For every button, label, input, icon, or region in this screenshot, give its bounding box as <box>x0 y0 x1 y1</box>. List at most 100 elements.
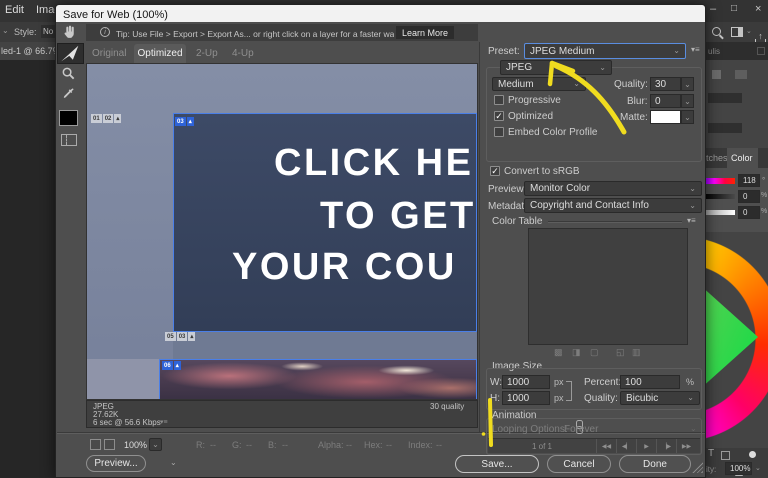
preview-mode-select[interactable]: Monitor Color ⌄ <box>524 181 702 196</box>
tab-original[interactable]: Original <box>92 48 126 59</box>
color-table-flyout-icon[interactable]: ▾≡ <box>687 216 696 225</box>
search-icon[interactable] <box>712 27 721 36</box>
embed-profile-checkbox[interactable] <box>494 127 504 137</box>
resample-select[interactable]: Bicubic ⌄ <box>620 391 700 405</box>
progressive-checkbox[interactable] <box>494 95 504 105</box>
slice-select-icon <box>61 45 79 62</box>
options-dropdown-chevron-icon[interactable]: ⌄ <box>2 26 9 35</box>
hand-tool-icon[interactable] <box>61 24 78 41</box>
new-color-icon[interactable]: ◱ <box>616 347 625 358</box>
resample-label: Quality: <box>584 393 618 404</box>
looping-chevron-icon: ⌄ <box>690 424 697 433</box>
zoom-tool-icon[interactable] <box>61 66 76 81</box>
menu-edit[interactable]: Edit <box>5 4 24 16</box>
slice-dim-band <box>173 331 477 359</box>
slice-select-tool-active[interactable] <box>57 43 84 64</box>
zoom-level[interactable]: 100% <box>124 440 147 450</box>
workspace-icon[interactable] <box>731 27 743 37</box>
matte-swatch[interactable] <box>650 110 681 124</box>
blur-chevron-icon[interactable]: ⌄ <box>681 94 694 108</box>
format-chevron-icon: ⌄ <box>599 62 606 72</box>
learn-more-button[interactable]: Learn More <box>396 26 454 39</box>
style-value[interactable]: No <box>41 25 55 38</box>
panel-field[interactable] <box>708 123 742 133</box>
cancel-button[interactable]: Cancel <box>547 455 611 473</box>
matte-chevron-icon[interactable]: ⌄ <box>681 110 694 124</box>
progressive-label: Progressive <box>508 95 561 106</box>
preset-chevron-icon: ⌄ <box>673 46 680 55</box>
last-frame-button[interactable]: ▶▶ <box>676 439 696 453</box>
lock-position-icon[interactable] <box>721 451 730 460</box>
animation-transport: 1 of 1 ◀◀ ◀▏ ▶ ▕▶ ▶▶ <box>488 438 700 453</box>
tab-swatches[interactable]: tches <box>706 153 728 163</box>
opacity-chevron-icon[interactable]: ⌄ <box>755 464 761 472</box>
preview-button[interactable]: Preview... <box>86 455 146 472</box>
lock-color-icon[interactable]: ▢ <box>590 347 599 358</box>
done-button[interactable]: Done <box>619 455 691 473</box>
slice-number-badge: 03 <box>175 117 186 126</box>
previous-frame-button[interactable]: ◀▏ <box>616 439 636 453</box>
eyedropper-tool-icon[interactable] <box>61 86 76 101</box>
panel-field[interactable] <box>708 93 742 103</box>
preset-select[interactable]: JPEG Medium ⌄ <box>524 43 686 59</box>
preview-mode-value: Monitor Color <box>530 183 591 194</box>
toggle-slices-visibility-icon[interactable] <box>61 134 77 146</box>
width-input[interactable]: 1000 <box>502 375 550 389</box>
hue-slider[interactable] <box>704 178 735 184</box>
swatch-icon[interactable] <box>712 70 721 79</box>
web-shift-icon[interactable]: ▩ <box>554 347 563 358</box>
window-close-icon[interactable]: × <box>755 3 761 15</box>
hue-value[interactable]: 118 <box>738 174 760 187</box>
height-input[interactable]: 1000 <box>502 391 550 405</box>
hand-preview-icon[interactable] <box>90 439 101 450</box>
metadata-select[interactable]: Copyright and Contact Info ⌄ <box>524 198 702 213</box>
blur-value[interactable]: 0 <box>650 94 681 108</box>
brightness-value[interactable]: 0 <box>738 206 760 219</box>
window-maximize-icon[interactable]: □ <box>731 3 737 14</box>
save-button[interactable]: Save... <box>455 455 539 473</box>
next-frame-button[interactable]: ▕▶ <box>656 439 676 453</box>
info-quality: 30 quality <box>430 402 465 411</box>
banner-line-2: TO GET <box>320 195 476 237</box>
lock-text-icon[interactable]: T <box>708 448 714 459</box>
optimized-preview[interactable]: CLICK HE TO GET YOUR COU 01 02 ▴ 03 ▴ 05… <box>86 63 478 400</box>
delete-color-icon[interactable]: ▥ <box>632 347 641 358</box>
tab-4up[interactable]: 4-Up <box>232 48 254 59</box>
looping-value[interactable]: Forever <box>564 424 598 435</box>
panel-header-icon[interactable] <box>757 47 765 55</box>
play-button[interactable]: ▶ <box>636 439 656 453</box>
quality-value[interactable]: 30 <box>650 77 681 91</box>
status-hex-label: Hex: <box>364 440 383 450</box>
saturation-slider[interactable] <box>704 194 735 199</box>
matte-color-swatch[interactable] <box>59 110 78 126</box>
status-alpha-label: Alpha: <box>318 440 344 450</box>
transparency-icon[interactable]: ◨ <box>572 347 581 358</box>
optimized-checkbox[interactable]: ✓ <box>494 111 504 121</box>
preset-flyout-icon[interactable]: ▾≡ <box>691 45 700 54</box>
metadata-chevron-icon: ⌄ <box>689 200 696 210</box>
slice-badges-user-bottom: 06 ▴ <box>162 361 182 370</box>
first-frame-button[interactable]: ◀◀ <box>596 439 616 453</box>
resample-value: Bicubic <box>626 392 659 404</box>
saturation-value[interactable]: 0 <box>738 190 760 203</box>
convert-srgb-checkbox[interactable]: ✓ <box>490 166 500 176</box>
brightness-slider[interactable] <box>704 210 735 215</box>
format-select[interactable]: JPEG ⌄ <box>500 60 612 75</box>
tip-text: Tip: Use File > Export > Export As... or… <box>116 29 394 39</box>
color-table-box[interactable] <box>528 228 688 345</box>
banner-line-1: CLICK HE <box>274 142 474 184</box>
compression-select[interactable]: Medium ⌄ <box>492 77 586 91</box>
percent-input[interactable]: 100 <box>620 375 680 389</box>
window-minimize-icon[interactable]: – <box>710 3 716 15</box>
workspace-chevron-icon[interactable]: ⌄ <box>746 27 752 35</box>
sunset-slice <box>159 359 477 399</box>
quality-chevron-icon[interactable]: ⌄ <box>681 77 694 91</box>
browser-chevron-icon[interactable]: ⌄ <box>170 458 177 467</box>
tab-2up[interactable]: 2-Up <box>196 48 218 59</box>
swatch-icon[interactable] <box>735 70 747 79</box>
tab-optimized[interactable]: Optimized <box>134 44 186 63</box>
opacity-value[interactable]: 100% <box>725 462 752 475</box>
slice-preview-icon[interactable] <box>104 439 115 450</box>
info-flyout-icon[interactable]: ▾≡ <box>160 418 168 426</box>
zoom-chevron-icon[interactable]: ⌄ <box>149 438 162 451</box>
